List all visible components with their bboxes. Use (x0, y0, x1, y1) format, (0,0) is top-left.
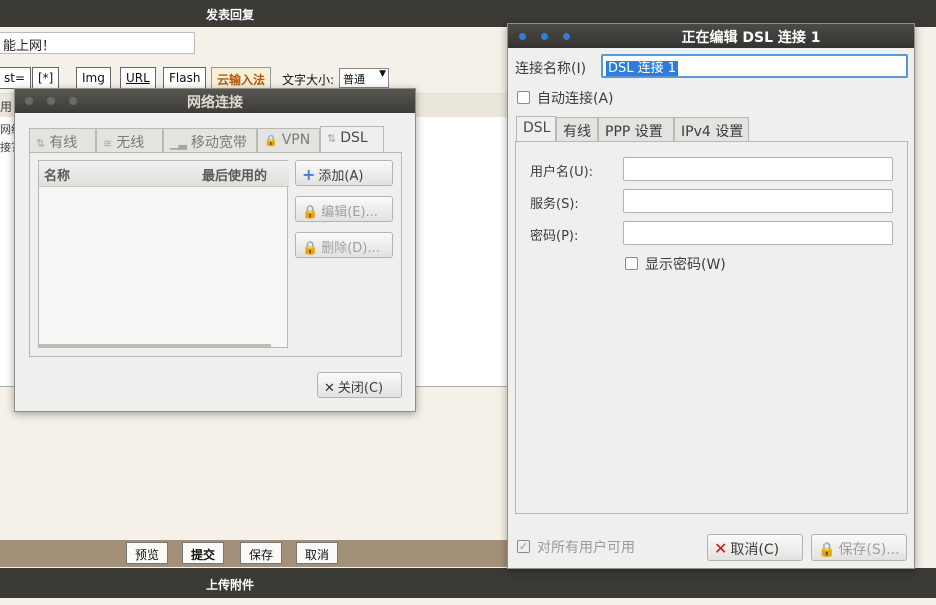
all-users-checkbox[interactable]: ✓ (517, 540, 530, 553)
font-size-select[interactable]: 普通 ▼ (339, 68, 389, 88)
lock-icon: 🔒 (264, 134, 278, 147)
font-size-label: 文字大小: (282, 73, 335, 87)
toolbar-list-button[interactable]: [*] (32, 67, 60, 89)
show-password-label: 显示密码(W) (645, 257, 726, 273)
tab-dsl[interactable]: ⇅ DSL (320, 126, 384, 153)
horizontal-scrollbar[interactable] (39, 344, 271, 347)
forum-stripe-text: 用 (0, 100, 13, 114)
show-password-checkbox[interactable] (625, 257, 638, 270)
forum-bottom-bar: 上传附件 (0, 568, 936, 598)
toolbar-flash-button[interactable]: Flash (163, 67, 207, 89)
wired-icon: ⇅ (36, 137, 46, 150)
network-window-titlebar[interactable]: 网络连接 (15, 89, 415, 113)
lock-icon: 🔒 (302, 241, 319, 256)
forum-top-title: 发表回复 (206, 8, 255, 22)
auto-connect-label: 自动连接(A) (537, 91, 614, 107)
forum-footer (0, 598, 936, 605)
tab-wired[interactable]: ⇅ 有线 (29, 128, 96, 153)
dsl-icon: ⇅ (327, 132, 337, 145)
tab-ipv4-settings[interactable]: IPv4 设置 (674, 117, 749, 142)
tab-wireless[interactable]: ≋ 无线 (96, 128, 163, 153)
close-icon: ✕ (714, 539, 728, 558)
password-label: 密码(P): (530, 229, 579, 244)
username-input[interactable] (623, 157, 893, 181)
chevron-down-icon: ▼ (379, 69, 386, 79)
wifi-icon: ≋ (103, 137, 113, 150)
toolbar-cloud-ime-button[interactable]: 云输入法 (211, 67, 272, 89)
close-button[interactable]: ✕ 关闭(C) (317, 372, 402, 398)
save-button[interactable]: 🔒 保存(S)... (811, 534, 907, 561)
edit-window-title: 正在编辑 DSL 连接 1 (681, 30, 821, 46)
toolbar-st-button[interactable]: st= (0, 67, 32, 89)
save-draft-button[interactable]: 保存 (240, 542, 283, 564)
auto-connect-checkbox[interactable] (517, 91, 530, 104)
password-input[interactable] (623, 221, 893, 245)
tab-wired-settings[interactable]: 有线 (556, 117, 598, 142)
edit-connection-button[interactable]: 🔒 编辑(E)... (295, 196, 393, 222)
connection-name-input[interactable]: DSL 连接 1 (601, 54, 908, 78)
plus-icon: + (302, 165, 316, 184)
forum-title-input[interactable]: 能上网！ (0, 32, 195, 54)
cancel-post-button[interactable]: 取消 (296, 542, 339, 564)
lock-icon: 🔒 (818, 542, 836, 558)
connection-list[interactable]: 名称 最后使用的 (38, 160, 289, 348)
service-label: 服务(S): (530, 197, 579, 212)
upload-attachment-title: 上传附件 (206, 578, 255, 592)
username-label: 用户名(U): (530, 165, 594, 180)
column-header-last-used[interactable]: 最后使用的 (197, 161, 289, 187)
network-connections-window: 网络连接 ⇅ 有线 ≋ 无线 ▁▃ 移动宽带 🔒 VPN ⇅ DSL 名称 最后使用的 +… (14, 88, 416, 412)
lock-icon: 🔒 (302, 205, 319, 220)
submit-button[interactable]: 提交 (182, 542, 225, 564)
font-size-value: 普通 (343, 73, 365, 86)
tab-vpn[interactable]: 🔒 VPN (257, 128, 320, 153)
connection-name-value: DSL 连接 1 (606, 61, 679, 76)
maximize-window-icon[interactable] (563, 33, 570, 40)
minimize-window-icon[interactable] (541, 33, 548, 40)
all-users-label: 对所有用户可用 (537, 540, 635, 556)
tab-ppp-settings[interactable]: PPP 设置 (598, 117, 674, 142)
cancel-button[interactable]: ✕ 取消(C) (707, 534, 803, 561)
delete-connection-button[interactable]: 🔒 删除(D)... (295, 232, 393, 258)
network-window-title: 网络连接 (187, 95, 243, 111)
close-window-icon[interactable] (519, 33, 526, 40)
signal-bars-icon: ▁▃ (170, 137, 187, 150)
toolbar-img-button[interactable]: Img (76, 67, 111, 89)
toolbar-url-button[interactable]: URL (120, 67, 156, 89)
tab-mobile-broadband[interactable]: ▁▃ 移动宽带 (163, 128, 257, 153)
edit-dsl-window: 正在编辑 DSL 连接 1 连接名称(I) DSL 连接 1 自动连接(A) D… (507, 23, 915, 569)
close-icon: ✕ (324, 381, 335, 396)
dsl-settings-panel: 用户名(U): 服务(S): 密码(P): 显示密码(W) (515, 141, 908, 514)
service-input[interactable] (623, 189, 893, 213)
tab-dsl-settings[interactable]: DSL (516, 116, 556, 143)
add-connection-button[interactable]: + 添加(A) (295, 160, 393, 186)
edit-window-titlebar[interactable]: 正在编辑 DSL 连接 1 (508, 24, 914, 48)
preview-button[interactable]: 预览 (126, 542, 169, 564)
dsl-tab-panel: 名称 最后使用的 + 添加(A) 🔒 编辑(E)... 🔒 删除(D)... (29, 152, 402, 357)
connection-name-label: 连接名称(I) (515, 61, 587, 77)
column-header-name[interactable]: 名称 (39, 161, 197, 187)
